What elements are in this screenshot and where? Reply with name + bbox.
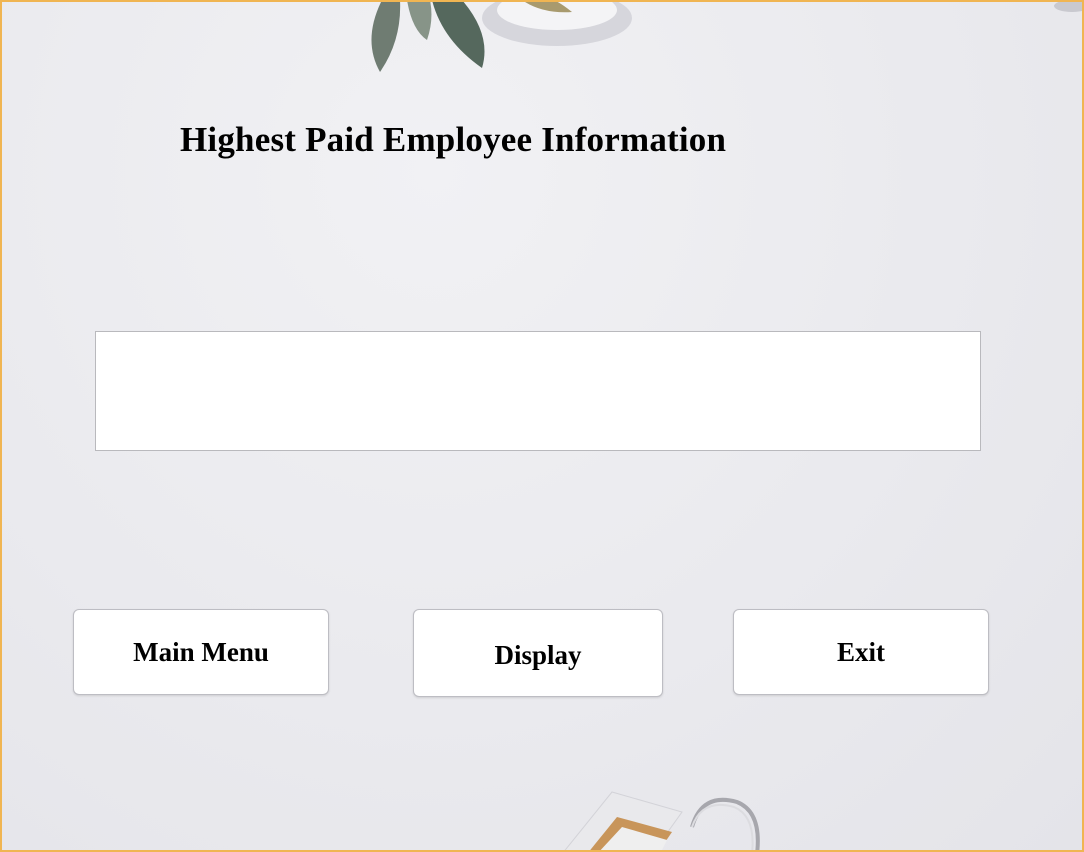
succulent-plant-decoration (371, 2, 632, 72)
corner-shadow-decoration (1054, 2, 1082, 12)
app-window: Highest Paid Employee Information Main M… (0, 0, 1084, 852)
main-menu-button[interactable]: Main Menu (73, 609, 329, 695)
page-title: Highest Paid Employee Information (180, 120, 727, 159)
notebook-ring-decoration (564, 791, 760, 850)
display-button[interactable]: Display (413, 609, 663, 697)
exit-button[interactable]: Exit (733, 609, 989, 695)
employee-info-output[interactable] (95, 331, 981, 451)
